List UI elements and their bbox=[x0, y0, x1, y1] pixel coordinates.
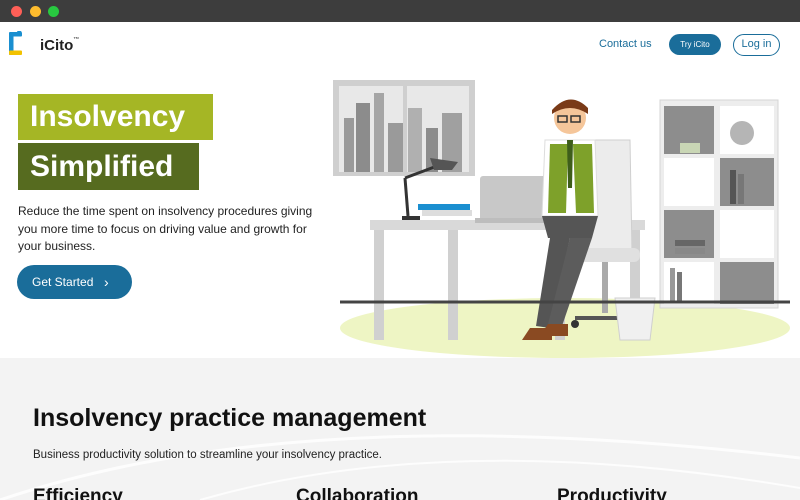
trademark-symbol: ™ bbox=[73, 37, 80, 43]
minimize-window-button[interactable] bbox=[30, 6, 41, 17]
feature-productivity: Productivity bbox=[557, 486, 667, 500]
office-illustration bbox=[333, 80, 790, 358]
section-title: Insolvency practice management bbox=[33, 404, 427, 432]
close-window-button[interactable] bbox=[11, 6, 22, 17]
feature-collaboration: Collaboration bbox=[296, 486, 419, 500]
maximize-window-button[interactable] bbox=[48, 6, 59, 17]
logo-wordmark[interactable]: iCito™ bbox=[40, 37, 79, 54]
binder bbox=[418, 204, 470, 210]
section-subtitle: Business productivity solution to stream… bbox=[33, 449, 382, 461]
icito-logo-icon[interactable] bbox=[8, 30, 30, 56]
feature-efficiency: Efficiency bbox=[33, 486, 123, 500]
chevron-right-icon: › bbox=[104, 274, 109, 290]
get-started-label: Get Started bbox=[32, 275, 94, 289]
trash-bin bbox=[614, 297, 656, 341]
site-header: iCito™ Contact us Try iCito Log in bbox=[0, 22, 800, 68]
bookshelf bbox=[659, 99, 779, 309]
practice-management-section: Insolvency practice management Business … bbox=[0, 358, 800, 500]
logo-text: iCito bbox=[40, 37, 74, 54]
contact-us-link[interactable]: Contact us bbox=[599, 38, 652, 50]
get-started-button[interactable]: Get Started › bbox=[17, 265, 132, 299]
window-titlebar bbox=[0, 0, 800, 22]
hero-title-line1: Insolvency bbox=[18, 94, 213, 140]
hero-description: Reduce the time spent on insolvency proc… bbox=[18, 204, 313, 253]
login-button[interactable]: Log in bbox=[733, 34, 780, 56]
hero-title-line2: Simplified bbox=[18, 143, 199, 190]
try-icito-button[interactable]: Try iCito bbox=[669, 34, 721, 55]
